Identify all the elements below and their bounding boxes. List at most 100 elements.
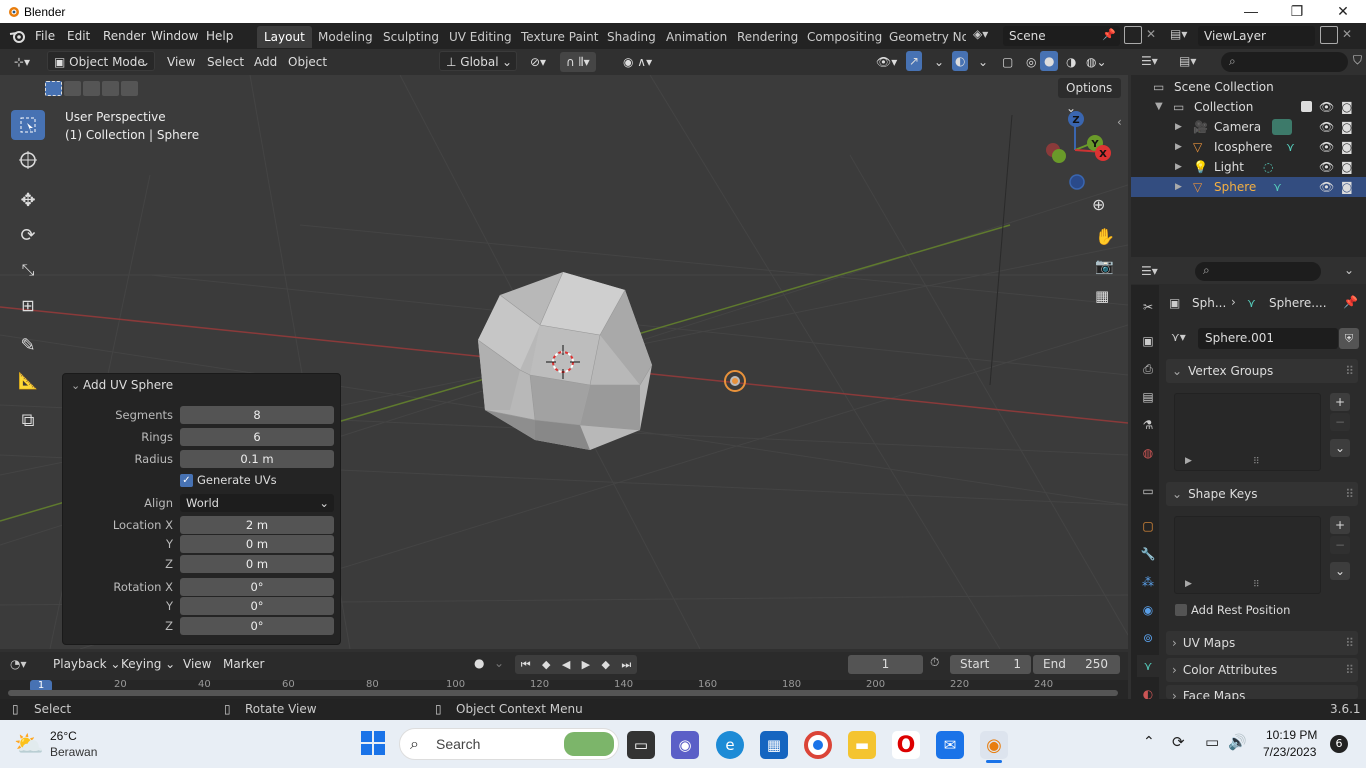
- timeline-view-menu[interactable]: View: [177, 654, 217, 674]
- show-hidden-icons-icon[interactable]: ⌃: [1143, 734, 1155, 750]
- drag-handle-icon[interactable]: ⠿: [1345, 482, 1354, 506]
- mode-dropdown[interactable]: ▣ Object Mode ⌄: [47, 51, 155, 71]
- mesh-name-field[interactable]: Sphere.001: [1198, 328, 1338, 349]
- shading-solid-icon[interactable]: ●: [1040, 51, 1059, 71]
- blender-taskbar-icon[interactable]: ◉: [980, 731, 1008, 759]
- auto-keying-icon[interactable]: ●: [474, 656, 484, 670]
- object-tab-icon[interactable]: ▢: [1137, 515, 1159, 537]
- opera-icon[interactable]: O: [892, 731, 920, 759]
- select-intersect-icon[interactable]: [121, 81, 138, 96]
- gizmo-dropdown-icon[interactable]: ⌄: [928, 52, 950, 72]
- move-tool-icon[interactable]: ✥: [11, 185, 45, 215]
- add-shape-key-button[interactable]: +: [1330, 516, 1350, 534]
- outliner-collection[interactable]: ▼ ▭ Collection 👁 ◙: [1131, 97, 1366, 117]
- collection-checkbox[interactable]: [1301, 101, 1312, 112]
- tab-geometry-nodes[interactable]: Geometry Noc: [882, 26, 966, 48]
- world-tab-icon[interactable]: ◍: [1137, 442, 1159, 464]
- redo-panel-add-uv-sphere[interactable]: ⌄ Add UV Sphere Segments 8 Rings 6 Radiu…: [62, 373, 341, 645]
- pin-icon[interactable]: 📌: [1343, 295, 1358, 309]
- eye-icon[interactable]: 👁: [1319, 117, 1334, 137]
- xray-icon[interactable]: ▢: [996, 52, 1019, 72]
- vertex-group-menu-button[interactable]: ⌄: [1330, 439, 1350, 457]
- output-tab-icon[interactable]: ⎙: [1137, 358, 1159, 380]
- start-frame-field[interactable]: Start 1: [950, 655, 1031, 674]
- location-z-field[interactable]: 0 m: [180, 555, 334, 573]
- rotation-z-field[interactable]: 0°: [180, 617, 334, 635]
- vertex-groups-list[interactable]: ▶ ⠿: [1174, 393, 1321, 471]
- add-rest-position-checkbox[interactable]: [1175, 604, 1187, 616]
- tab-compositing[interactable]: Compositing: [800, 26, 889, 48]
- select-new-icon[interactable]: [45, 81, 62, 96]
- sidebar-toggle-icon[interactable]: ‹: [1117, 115, 1122, 129]
- filter-icon[interactable]: ⛉: [1353, 53, 1362, 68]
- expand-arrow-icon[interactable]: ▼: [1155, 97, 1163, 117]
- teams-chat-icon[interactable]: ◉: [671, 731, 699, 759]
- prev-keyframe-icon[interactable]: ◆: [542, 658, 550, 671]
- shape-key-menu-button[interactable]: ⌄: [1330, 562, 1350, 580]
- camera-data-icon[interactable]: [1272, 119, 1292, 135]
- pan-hand-icon[interactable]: ✋: [1095, 227, 1115, 246]
- tab-shading[interactable]: Shading: [600, 26, 663, 48]
- overlays-dropdown-icon[interactable]: ⌄: [972, 52, 994, 72]
- scale-tool-icon[interactable]: ⤡: [11, 255, 45, 285]
- editor-type-icon[interactable]: ◔▾: [10, 657, 27, 671]
- minimize-button[interactable]: —: [1228, 0, 1274, 23]
- resize-handle-icon[interactable]: ⠿: [1253, 580, 1260, 590]
- taskbar-search-input[interactable]: ⌕ Search: [399, 728, 619, 760]
- options-dropdown[interactable]: Options ⌄: [1058, 78, 1121, 115]
- menu-add[interactable]: Add: [248, 52, 283, 72]
- menu-help[interactable]: Help: [200, 23, 239, 49]
- next-keyframe-icon[interactable]: ◆: [602, 658, 610, 671]
- eye-icon[interactable]: 👁: [1319, 157, 1334, 177]
- expand-arrow-icon[interactable]: ▶: [1185, 579, 1192, 589]
- jump-start-icon[interactable]: ⏮: [521, 658, 531, 672]
- delete-view-layer-icon[interactable]: ✕: [1342, 27, 1352, 41]
- rotate-tool-icon[interactable]: ⟳: [11, 220, 45, 250]
- current-frame-field[interactable]: 1: [848, 655, 923, 674]
- microsoft-store-icon[interactable]: ▦: [760, 731, 788, 759]
- expand-arrow-icon[interactable]: ▶: [1175, 137, 1182, 157]
- options-chevron-icon[interactable]: ⌄: [1344, 263, 1354, 277]
- editor-type-icon[interactable]: ☰▾: [1141, 264, 1158, 278]
- file-explorer-icon[interactable]: ▬: [848, 731, 876, 759]
- mesh-data-icon[interactable]: ⋎: [1273, 177, 1282, 197]
- chrome-icon[interactable]: [804, 731, 832, 759]
- uv-maps-panel-header[interactable]: › UV Maps ⠿: [1166, 631, 1358, 655]
- sync-icon[interactable]: ⟳: [1172, 733, 1185, 751]
- transform-tool-icon[interactable]: ⊞: [11, 290, 45, 320]
- expand-arrow-icon[interactable]: ▶: [1175, 177, 1182, 197]
- mail-icon[interactable]: ✉: [936, 731, 964, 759]
- weather-icon[interactable]: ⛅: [14, 730, 44, 758]
- rings-field[interactable]: 6: [180, 428, 334, 446]
- particles-tab-icon[interactable]: ⁂: [1137, 571, 1159, 593]
- editor-type-icon[interactable]: ⊹▾: [8, 52, 36, 72]
- expand-arrow-icon[interactable]: ▶: [1185, 456, 1192, 466]
- menu-edit[interactable]: Edit: [61, 23, 96, 49]
- remove-vertex-group-button[interactable]: −: [1330, 413, 1350, 431]
- radius-field[interactable]: 0.1 m: [180, 450, 334, 468]
- fake-user-shield-icon[interactable]: ⛨: [1339, 328, 1359, 349]
- tab-texture-paint[interactable]: Texture Paint: [514, 26, 605, 48]
- tab-modeling[interactable]: Modeling: [311, 26, 380, 48]
- play-icon[interactable]: ▶: [582, 658, 590, 671]
- pin-icon[interactable]: 📌: [1102, 28, 1116, 41]
- maximize-button[interactable]: ❐: [1274, 0, 1320, 23]
- add-vertex-group-button[interactable]: +: [1330, 393, 1350, 411]
- select-invert-icon[interactable]: [102, 81, 119, 96]
- zoom-icon[interactable]: ⊕: [1092, 195, 1105, 214]
- eye-icon[interactable]: 👁: [1319, 177, 1334, 197]
- menu-view[interactable]: View: [161, 52, 201, 72]
- navigation-gizmo[interactable]: Z Y X: [1035, 105, 1115, 195]
- menu-object[interactable]: Object: [282, 52, 333, 72]
- rotation-x-field[interactable]: 0°: [180, 578, 334, 596]
- modifier-tab-icon[interactable]: 🔧: [1137, 543, 1159, 565]
- shading-rendered-icon[interactable]: ◍⌄: [1080, 52, 1113, 72]
- view-layer-tab-icon[interactable]: ▤: [1137, 386, 1159, 408]
- location-y-field[interactable]: 0 m: [180, 535, 334, 553]
- collection-tab-icon[interactable]: ▭: [1137, 480, 1159, 502]
- keying-menu[interactable]: Keying ⌄: [115, 654, 181, 674]
- outliner-search-input[interactable]: ⌕: [1221, 52, 1348, 72]
- color-attributes-panel-header[interactable]: › Color Attributes ⠿: [1166, 658, 1358, 682]
- outliner-item-sphere[interactable]: ▶ ▽ Sphere ⋎ 👁 ◙: [1131, 177, 1366, 197]
- perspective-grid-icon[interactable]: ▦: [1095, 287, 1109, 305]
